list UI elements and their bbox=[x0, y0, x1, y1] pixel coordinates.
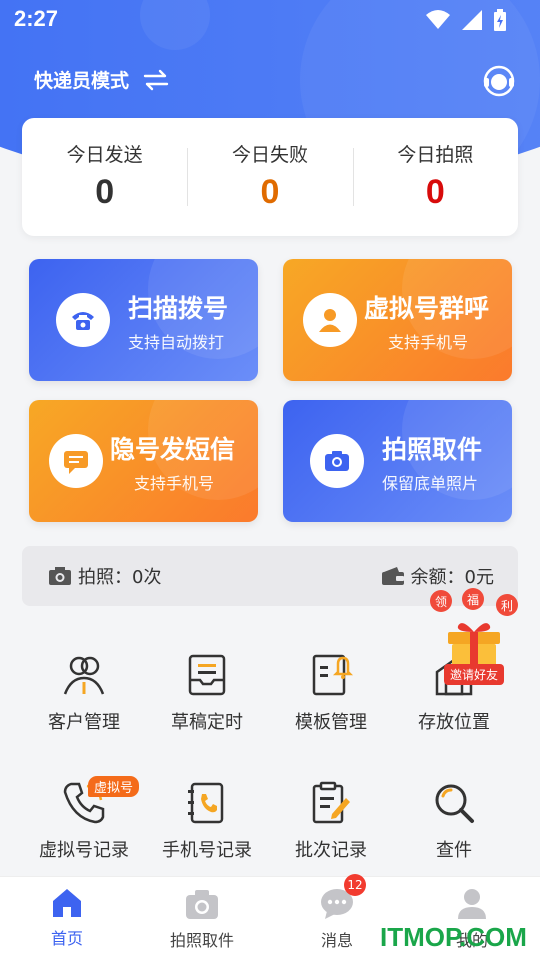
grid-label: 查件 bbox=[436, 840, 472, 861]
stat-failed: 今日失败 0 bbox=[187, 118, 352, 236]
nav-photo-pickup[interactable]: 拍照取件 bbox=[147, 887, 257, 951]
feature-subtitle: 支持手机号 bbox=[134, 474, 215, 493]
mode-label: 快递员模式 bbox=[34, 70, 130, 92]
swap-icon bbox=[143, 69, 169, 90]
nav-label: 首页 bbox=[50, 929, 83, 948]
customers-icon bbox=[63, 656, 105, 695]
grid-label: 存放位置 bbox=[418, 712, 490, 733]
feature-title: 拍照取件 bbox=[382, 435, 483, 464]
feature-title: 扫描拨号 bbox=[128, 294, 229, 323]
batch-edit-icon bbox=[312, 781, 350, 824]
status-time: 2:27 bbox=[14, 6, 59, 31]
grid-track-package[interactable]: 查件 bbox=[392, 780, 516, 862]
grid-phone-number-records[interactable]: 手机号记录 bbox=[145, 780, 269, 862]
stat-label: 今日发送 bbox=[66, 144, 143, 166]
wifi-icon bbox=[426, 10, 450, 29]
grid-label: 模板管理 bbox=[295, 712, 367, 733]
nav-label: 消息 bbox=[320, 931, 353, 950]
stat-label: 今日失败 bbox=[231, 144, 308, 166]
message-count-badge: 12 bbox=[344, 874, 366, 896]
invite-friends-promo[interactable]: 领 福 利 邀请好友 bbox=[416, 588, 534, 698]
grid-customer-management[interactable]: 客户管理 bbox=[22, 652, 146, 734]
grid-label: 批次记录 bbox=[295, 840, 367, 861]
sms-icon bbox=[49, 434, 103, 488]
virtual-number-badge: 虚拟号 bbox=[88, 776, 140, 797]
phone-book-icon bbox=[188, 782, 224, 824]
status-bar: 2:27 bbox=[0, 0, 540, 40]
nav-messages[interactable]: 消息 bbox=[282, 887, 392, 951]
stat-sent: 今日发送 0 bbox=[22, 118, 187, 236]
feature-subtitle: 保留底单照片 bbox=[382, 474, 479, 493]
photo-pickup-card[interactable]: 拍照取件 保留底单照片 bbox=[283, 400, 512, 522]
camera-icon bbox=[310, 434, 364, 488]
draft-inbox-icon bbox=[188, 654, 226, 696]
template-icon bbox=[312, 654, 354, 696]
mode-switch[interactable]: 快递员模式 bbox=[34, 66, 171, 93]
feature-subtitle: 支持自动拨打 bbox=[128, 333, 225, 352]
grid-batch-records[interactable]: 批次记录 bbox=[269, 780, 393, 862]
wallet-icon bbox=[381, 567, 404, 585]
grid-label: 客户管理 bbox=[48, 712, 120, 733]
battery-icon bbox=[494, 9, 506, 31]
invite-friends-label: 邀请好友 bbox=[444, 664, 505, 685]
stat-photos: 今日拍照 0 bbox=[352, 118, 518, 236]
search-icon bbox=[435, 784, 474, 823]
gift-char: 利 bbox=[496, 594, 518, 616]
grid-label: 虚拟号记录 bbox=[39, 840, 129, 861]
camera-icon bbox=[186, 890, 218, 919]
nav-label: 拍照取件 bbox=[169, 931, 234, 950]
photo-count: 拍照：0次 bbox=[48, 563, 161, 589]
grid-template-management[interactable]: 模板管理 bbox=[269, 652, 393, 734]
balance: 余额：0元 bbox=[381, 563, 494, 589]
hidden-sms-card[interactable]: 隐号发短信 支持手机号 bbox=[29, 400, 258, 522]
feature-subtitle: 支持手机号 bbox=[388, 333, 469, 352]
feature-title: 虚拟号群呼 bbox=[364, 294, 490, 323]
today-stats-card: 今日发送 0 今日失败 0 今日拍照 0 bbox=[22, 118, 518, 236]
person-icon bbox=[303, 293, 357, 347]
scan-dial-card[interactable]: 扫描拨号 支持自动拨打 bbox=[29, 259, 258, 381]
phone-icon bbox=[56, 293, 110, 347]
grid-label: 手机号记录 bbox=[162, 840, 252, 861]
headset-icon[interactable] bbox=[482, 64, 516, 98]
stat-value: 0 bbox=[260, 173, 280, 211]
grid-label: 草稿定时 bbox=[171, 712, 243, 733]
gift-char: 福 bbox=[462, 588, 484, 610]
feature-title: 隐号发短信 bbox=[110, 435, 236, 464]
virtual-group-call-card[interactable]: 虚拟号群呼 支持手机号 bbox=[283, 259, 512, 381]
watermark: ITMOP.COM bbox=[380, 922, 527, 952]
signal-icon bbox=[462, 10, 482, 30]
grid-draft-scheduled[interactable]: 草稿定时 bbox=[145, 652, 269, 734]
photo-count-text: 拍照：0次 bbox=[78, 567, 162, 588]
stat-value: 0 bbox=[95, 173, 115, 211]
user-icon bbox=[458, 889, 486, 919]
stat-label: 今日拍照 bbox=[397, 144, 474, 166]
stat-value: 0 bbox=[425, 173, 445, 211]
camera-icon bbox=[49, 567, 71, 585]
gift-char: 领 bbox=[430, 590, 452, 612]
home-icon bbox=[53, 889, 81, 917]
nav-home[interactable]: 首页 bbox=[12, 887, 122, 949]
balance-text: 余额：0元 bbox=[410, 567, 494, 588]
